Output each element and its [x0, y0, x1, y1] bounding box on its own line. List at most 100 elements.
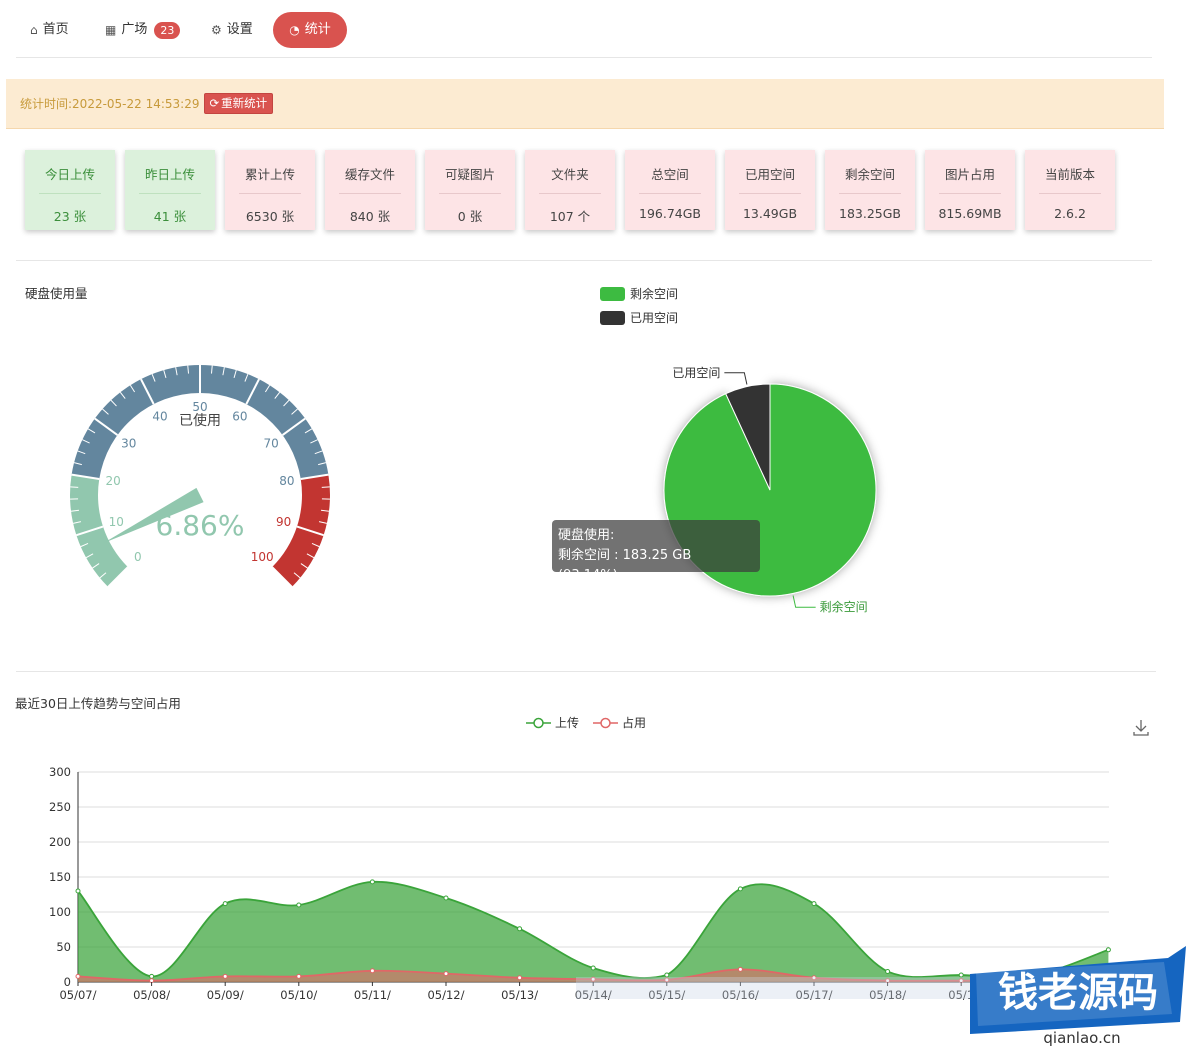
pie-slice-label: 已用空间: [672, 366, 720, 380]
stat-card-divider: [939, 193, 1001, 194]
stat-card-value: 41 张: [153, 209, 187, 224]
gauge-tick: [70, 486, 79, 488]
stat-card-title: 已用空间: [744, 167, 795, 182]
stats-time-alert: 统计时间:2022-05-22 14:53:29 ⟳ 重新统计: [6, 79, 1164, 129]
stat-card-value: 196.74GB: [639, 206, 701, 221]
stat-card: 今日上传 23 张: [25, 150, 115, 230]
data-point[interactable]: [590, 965, 596, 971]
nav-item-label: 首页: [42, 22, 69, 37]
data-point[interactable]: [75, 888, 81, 894]
section-divider: [16, 260, 1152, 261]
stat-card: 文件夹 107 个: [525, 150, 615, 230]
nav-item-settings[interactable]: ⚙ 设置: [211, 12, 253, 48]
stats-time-text: 统计时间:2022-05-22 14:53:29: [20, 97, 200, 111]
stat-card: 图片占用 815.69MB: [925, 150, 1015, 230]
data-point[interactable]: [75, 973, 81, 979]
nav-badge: 23: [154, 21, 181, 39]
y-tick-label: 250: [49, 800, 71, 814]
legend-swatch: [600, 310, 625, 325]
stat-card-title: 缓存文件: [344, 167, 395, 182]
nav-item-label: 统计: [304, 22, 331, 37]
nav-item-square[interactable]: ▦ 广场 23: [105, 12, 181, 48]
tooltip-value: 剩余空间 : 183.25 GB (93.14%): [558, 548, 692, 583]
gauge-tick-label: 40: [152, 410, 167, 424]
y-tick-label: 200: [49, 835, 71, 849]
nav-divider: [16, 57, 1152, 58]
nav-item-label: 广场: [121, 22, 148, 37]
stat-card-title: 文件夹: [551, 167, 589, 182]
stat-card-title: 累计上传: [244, 167, 295, 182]
gauge-tick-label: 0: [134, 550, 142, 564]
data-point[interactable]: [443, 895, 449, 901]
stat-card: 累计上传 6530 张: [225, 150, 315, 230]
gauge-tick-label: 20: [105, 474, 120, 488]
watermark-text: 钱老源码: [998, 970, 1158, 1016]
stat-card-value: 0 张: [457, 209, 483, 224]
stat-card: 缓存文件 840 张: [325, 150, 415, 230]
pie-chart-icon: ◔: [289, 23, 300, 37]
legend-label: 上传: [555, 716, 580, 730]
pie-legend-used[interactable]: 已用空间: [600, 309, 678, 326]
y-tick-label: 100: [49, 905, 71, 919]
data-point[interactable]: [885, 969, 891, 974]
stat-card-divider: [339, 193, 401, 194]
stat-card-value: 840 张: [349, 209, 391, 224]
data-point[interactable]: [443, 971, 449, 977]
gauge-tick-label: 80: [279, 474, 294, 488]
data-point[interactable]: [149, 973, 155, 979]
data-point[interactable]: [958, 972, 964, 978]
watermark-sub: qianlao.cn: [1043, 1029, 1120, 1047]
stat-card-title: 图片占用: [944, 167, 995, 182]
data-point[interactable]: [369, 879, 375, 885]
data-point[interactable]: [517, 926, 523, 932]
download-icon[interactable]: [1131, 718, 1151, 738]
disk-space-pie: 剩余空间 已用空间: [663, 366, 877, 614]
trend-legend: 上传 占用: [526, 714, 646, 731]
gauge-tick-label: 60: [232, 410, 247, 424]
stat-card-title: 今日上传: [44, 167, 95, 182]
nav-item-home[interactable]: ⌂ 首页: [30, 12, 69, 48]
section-divider: [16, 671, 1156, 672]
x-tick-label: 05/10/: [280, 988, 317, 1002]
stat-card: 当前版本 2.6.2: [1025, 150, 1115, 230]
legend-item-usage[interactable]: 占用: [593, 714, 646, 731]
stat-card-value: 815.69MB: [938, 206, 1002, 221]
stat-card-divider: [1039, 193, 1101, 194]
data-point[interactable]: [664, 972, 670, 978]
legend-line-marker: [593, 717, 619, 728]
x-tick-label: 05/13/: [501, 988, 538, 1002]
data-point[interactable]: [296, 902, 302, 908]
stat-card: 已用空间 13.49GB: [725, 150, 815, 230]
data-point[interactable]: [369, 968, 375, 974]
gauge-tick-label: 70: [264, 436, 279, 450]
data-point[interactable]: [296, 973, 302, 979]
stat-card: 总空间 196.74GB: [625, 150, 715, 230]
grid-icon: ▦: [105, 23, 117, 37]
legend-line-marker: [526, 717, 551, 728]
stat-card-divider: [239, 193, 301, 194]
data-point[interactable]: [737, 966, 743, 972]
data-point[interactable]: [517, 975, 523, 981]
gauge-band: [272, 474, 330, 587]
data-point[interactable]: [737, 886, 743, 892]
x-tick-label: 05/07/: [59, 988, 96, 1002]
pie-label-line: [792, 595, 816, 608]
gears-icon: ⚙: [211, 23, 222, 37]
legend-item-upload[interactable]: 上传: [526, 714, 579, 731]
stat-card-divider: [539, 193, 601, 194]
stat-card-divider: [639, 193, 701, 194]
nav-item-stats[interactable]: ◔ 统计: [273, 12, 347, 48]
stat-card-title: 可疑图片: [444, 167, 495, 182]
legend-swatch: [600, 286, 625, 301]
stat-card-title: 当前版本: [1044, 167, 1095, 182]
pie-legend-free[interactable]: 剩余空间: [600, 285, 678, 302]
x-tick-label: 05/09/: [207, 988, 244, 1002]
recount-button[interactable]: ⟳ 重新统计: [203, 93, 274, 114]
stat-card-value: 23 张: [53, 209, 87, 224]
data-point[interactable]: [222, 973, 228, 979]
x-tick-label: 05/08/: [133, 988, 170, 1002]
data-point[interactable]: [811, 901, 817, 907]
data-point[interactable]: [222, 901, 228, 907]
top-nav: ⌂ 首页 ▦ 广场 23 ⚙ 设置 ◔ 统计: [0, 0, 1189, 58]
gauge-tick-label: 100: [251, 550, 274, 564]
